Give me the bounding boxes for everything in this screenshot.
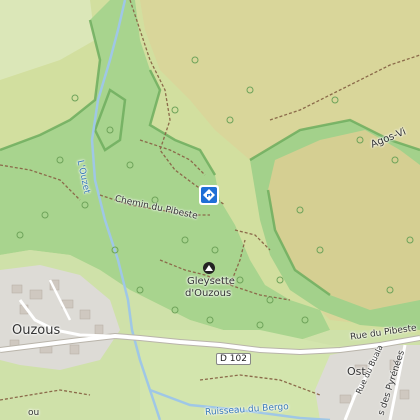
marker-graphic — [199, 185, 219, 205]
place-label-ouzous: Ouzous — [12, 323, 61, 338]
peak-graphic — [203, 262, 215, 274]
direction-sign-icon[interactable] — [198, 184, 220, 206]
peak-label-line1: Gleysette — [187, 276, 235, 287]
peak-label-line2: d'Ouzous — [185, 288, 232, 299]
edge-label-fragment: ou — [28, 408, 40, 418]
place-label-ost: Ost — [347, 365, 366, 378]
road-shield-d102: D 102 — [216, 353, 251, 365]
map-canvas[interactable]: Agos-Vi L'Ouzet Chemin du Pibeste Ouzous… — [0, 0, 420, 420]
map-background — [0, 0, 420, 420]
peak-icon[interactable] — [203, 262, 215, 274]
